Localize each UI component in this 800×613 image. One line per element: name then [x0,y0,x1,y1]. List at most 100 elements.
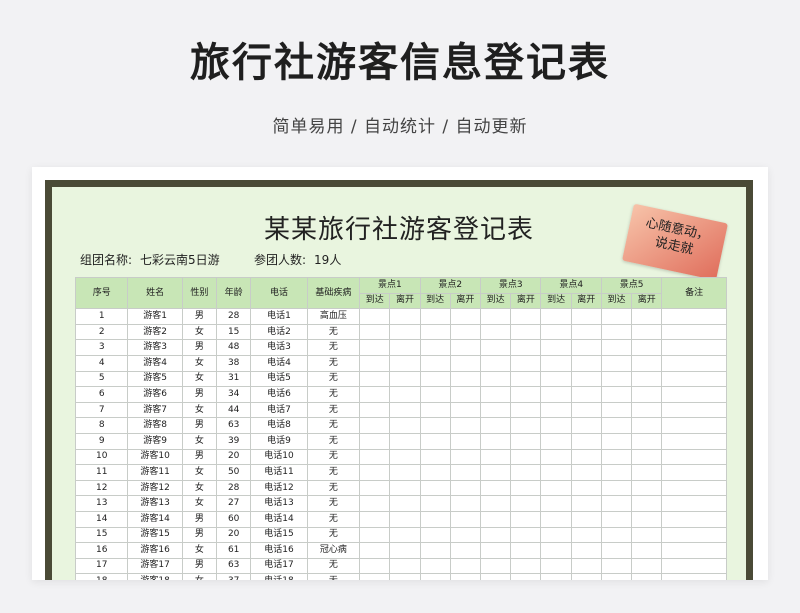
cell-gender[interactable]: 女 [181,573,218,580]
cell-arrive[interactable] [480,354,512,372]
cell-gender[interactable]: 男 [181,510,218,528]
cell-seq[interactable]: 15 [74,526,129,544]
cell-name[interactable]: 游客9 [127,432,183,450]
cell-name[interactable]: 游客18 [127,573,183,580]
cell-name[interactable]: 游客5 [127,370,183,388]
cell-leave[interactable] [570,370,602,388]
cell-leave[interactable] [631,448,663,466]
cell-arrive[interactable] [419,432,451,450]
cell-leave[interactable] [570,464,602,481]
cell-name[interactable]: 游客4 [127,354,183,372]
cell-leave[interactable] [449,510,482,528]
cell-leave[interactable] [449,464,482,481]
cell-phone[interactable]: 电话17 [250,557,308,575]
cell-arrive[interactable] [480,510,512,528]
cell-disease[interactable]: 无 [306,557,361,575]
cell-arrive[interactable] [540,495,572,512]
cell-arrive[interactable] [600,354,633,372]
cell-arrive[interactable] [359,417,391,434]
cell-arrive[interactable] [600,386,633,403]
cell-phone[interactable]: 电话6 [250,386,308,403]
cell-age[interactable]: 44 [216,401,252,419]
cell-seq[interactable]: 5 [74,370,129,388]
cell-leave[interactable] [631,464,663,481]
cell-leave[interactable] [510,339,542,356]
cell-leave[interactable] [631,370,663,388]
cell-arrive[interactable] [540,432,572,450]
cell-age[interactable]: 38 [216,354,252,372]
cell-leave[interactable] [449,308,482,325]
cell-leave[interactable] [510,417,542,434]
cell-age[interactable]: 15 [216,323,252,341]
cell-seq[interactable]: 6 [74,386,129,403]
cell-name[interactable]: 游客17 [127,557,183,575]
cell-leave[interactable] [389,354,421,372]
cell-leave[interactable] [389,542,421,559]
cell-seq[interactable]: 9 [74,432,129,450]
cell-arrive[interactable] [480,323,512,341]
cell-leave[interactable] [510,557,542,575]
cell-leave[interactable] [510,542,542,559]
cell-leave[interactable] [389,479,421,497]
cell-phone[interactable]: 电话1 [250,308,308,325]
cell-leave[interactable] [389,495,421,512]
cell-leave[interactable] [510,448,542,466]
cell-leave[interactable] [570,510,602,528]
cell-arrive[interactable] [600,495,633,512]
cell-seq[interactable]: 4 [74,354,129,372]
cell-leave[interactable] [510,323,542,341]
cell-note[interactable] [661,448,727,466]
cell-gender[interactable]: 女 [181,432,218,450]
cell-disease[interactable]: 无 [306,323,361,341]
cell-arrive[interactable] [359,510,391,528]
cell-leave[interactable] [570,354,602,372]
cell-leave[interactable] [570,386,602,403]
cell-note[interactable] [661,495,727,512]
cell-phone[interactable]: 电话4 [250,354,308,372]
cell-leave[interactable] [510,526,542,544]
cell-name[interactable]: 游客10 [127,448,183,466]
cell-leave[interactable] [631,479,663,497]
cell-arrive[interactable] [359,354,391,372]
cell-arrive[interactable] [480,401,512,419]
cell-arrive[interactable] [540,573,572,580]
cell-arrive[interactable] [359,432,391,450]
cell-seq[interactable]: 7 [74,401,129,419]
cell-leave[interactable] [449,386,482,403]
cell-age[interactable]: 61 [216,542,252,559]
cell-leave[interactable] [389,401,421,419]
cell-phone[interactable]: 电话7 [250,401,308,419]
cell-note[interactable] [661,432,727,450]
cell-arrive[interactable] [600,308,633,325]
cell-leave[interactable] [570,323,602,341]
cell-disease[interactable]: 无 [306,432,361,450]
cell-age[interactable]: 48 [216,339,252,356]
cell-leave[interactable] [570,573,602,580]
cell-arrive[interactable] [540,370,572,388]
cell-arrive[interactable] [600,526,633,544]
cell-arrive[interactable] [419,526,451,544]
cell-leave[interactable] [631,308,663,325]
cell-age[interactable]: 50 [216,464,252,481]
cell-disease[interactable]: 高血压 [306,308,361,325]
cell-leave[interactable] [631,542,663,559]
cell-disease[interactable]: 无 [306,510,361,528]
cell-phone[interactable]: 电话11 [250,464,308,481]
cell-leave[interactable] [389,432,421,450]
cell-arrive[interactable] [359,448,391,466]
cell-arrive[interactable] [419,557,451,575]
cell-leave[interactable] [631,323,663,341]
cell-leave[interactable] [449,323,482,341]
cell-arrive[interactable] [600,448,633,466]
cell-leave[interactable] [449,432,482,450]
cell-leave[interactable] [389,464,421,481]
cell-seq[interactable]: 17 [74,557,129,575]
cell-note[interactable] [661,386,727,403]
cell-seq[interactable]: 2 [74,323,129,341]
cell-note[interactable] [661,526,727,544]
cell-arrive[interactable] [540,401,572,419]
cell-phone[interactable]: 电话13 [250,495,308,512]
cell-arrive[interactable] [359,573,391,580]
cell-leave[interactable] [510,354,542,372]
cell-arrive[interactable] [359,386,391,403]
